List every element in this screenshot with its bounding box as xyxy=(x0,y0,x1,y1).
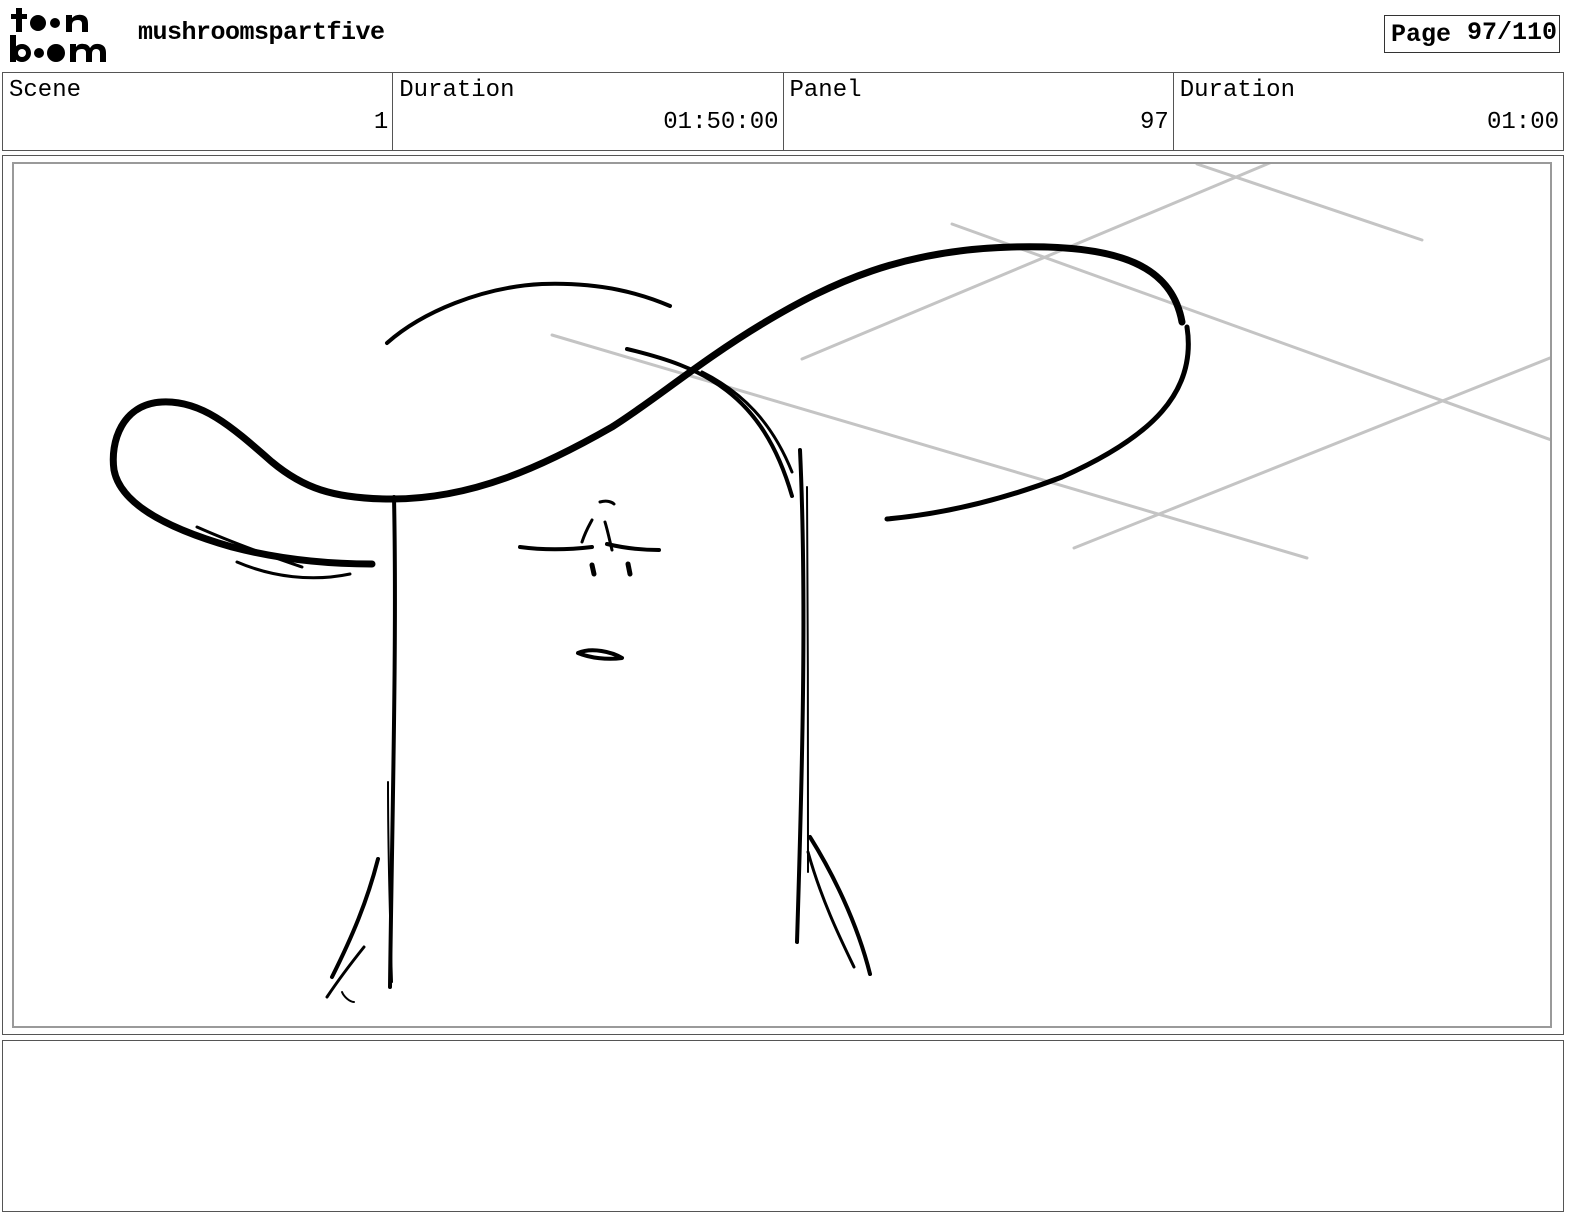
mushroom-sketch-icon xyxy=(109,164,1550,1003)
panel-value: 97 xyxy=(1139,109,1169,136)
scene-info-row: Scene 1 Duration 01:50:00 Panel 97 Durat… xyxy=(2,72,1564,151)
face-mouth xyxy=(576,648,624,661)
scene-duration-value: 01:50:00 xyxy=(663,109,779,136)
scene-duration-label: Duration xyxy=(399,77,515,104)
scene-duration-cell: Duration 01:50:00 xyxy=(393,73,784,150)
panel-notes-box xyxy=(2,1040,1564,1212)
stem-right-flare xyxy=(808,835,872,976)
construction-line xyxy=(950,222,1550,442)
panel-duration-value: 01:00 xyxy=(1486,109,1559,136)
scene-label: Scene xyxy=(9,77,82,104)
stem-left-flare xyxy=(341,991,355,1003)
face-brow-mark xyxy=(598,499,616,506)
construction-line xyxy=(1195,164,1424,242)
scene-cell: Scene 1 xyxy=(3,73,394,150)
cap-swirl-tail xyxy=(884,324,1191,522)
page-indicator: Page 97/110 xyxy=(1384,15,1560,53)
panel-drawing-area xyxy=(12,162,1552,1028)
stem-right-line xyxy=(795,448,806,944)
face-brow-mark xyxy=(580,518,594,544)
cap-inner-stroke xyxy=(625,347,794,498)
page-label: Page xyxy=(1391,20,1452,49)
panel-cell: Panel 97 xyxy=(784,73,1174,150)
stem-right-line xyxy=(806,486,809,873)
panel-label: Panel xyxy=(789,77,862,104)
construction-line xyxy=(800,164,1272,361)
face-eye-right xyxy=(625,561,633,577)
face-brow-left xyxy=(518,545,594,552)
face-eye-left xyxy=(589,562,597,577)
cap-top-arc xyxy=(385,281,672,345)
cap-underside-stroke xyxy=(195,525,304,569)
scene-value: 1 xyxy=(373,109,389,136)
construction-line xyxy=(1072,356,1550,550)
panel-duration-cell: Duration 01:00 xyxy=(1174,73,1563,150)
project-title: mushroomspartfive xyxy=(138,18,385,47)
toon-boom-logo xyxy=(10,8,106,62)
cap-swirl-stroke xyxy=(109,243,1186,568)
face-brow-right xyxy=(605,542,661,552)
page-number: 97/110 xyxy=(1466,18,1557,47)
panel-duration-label: Duration xyxy=(1179,77,1295,104)
construction-line xyxy=(550,333,1309,560)
